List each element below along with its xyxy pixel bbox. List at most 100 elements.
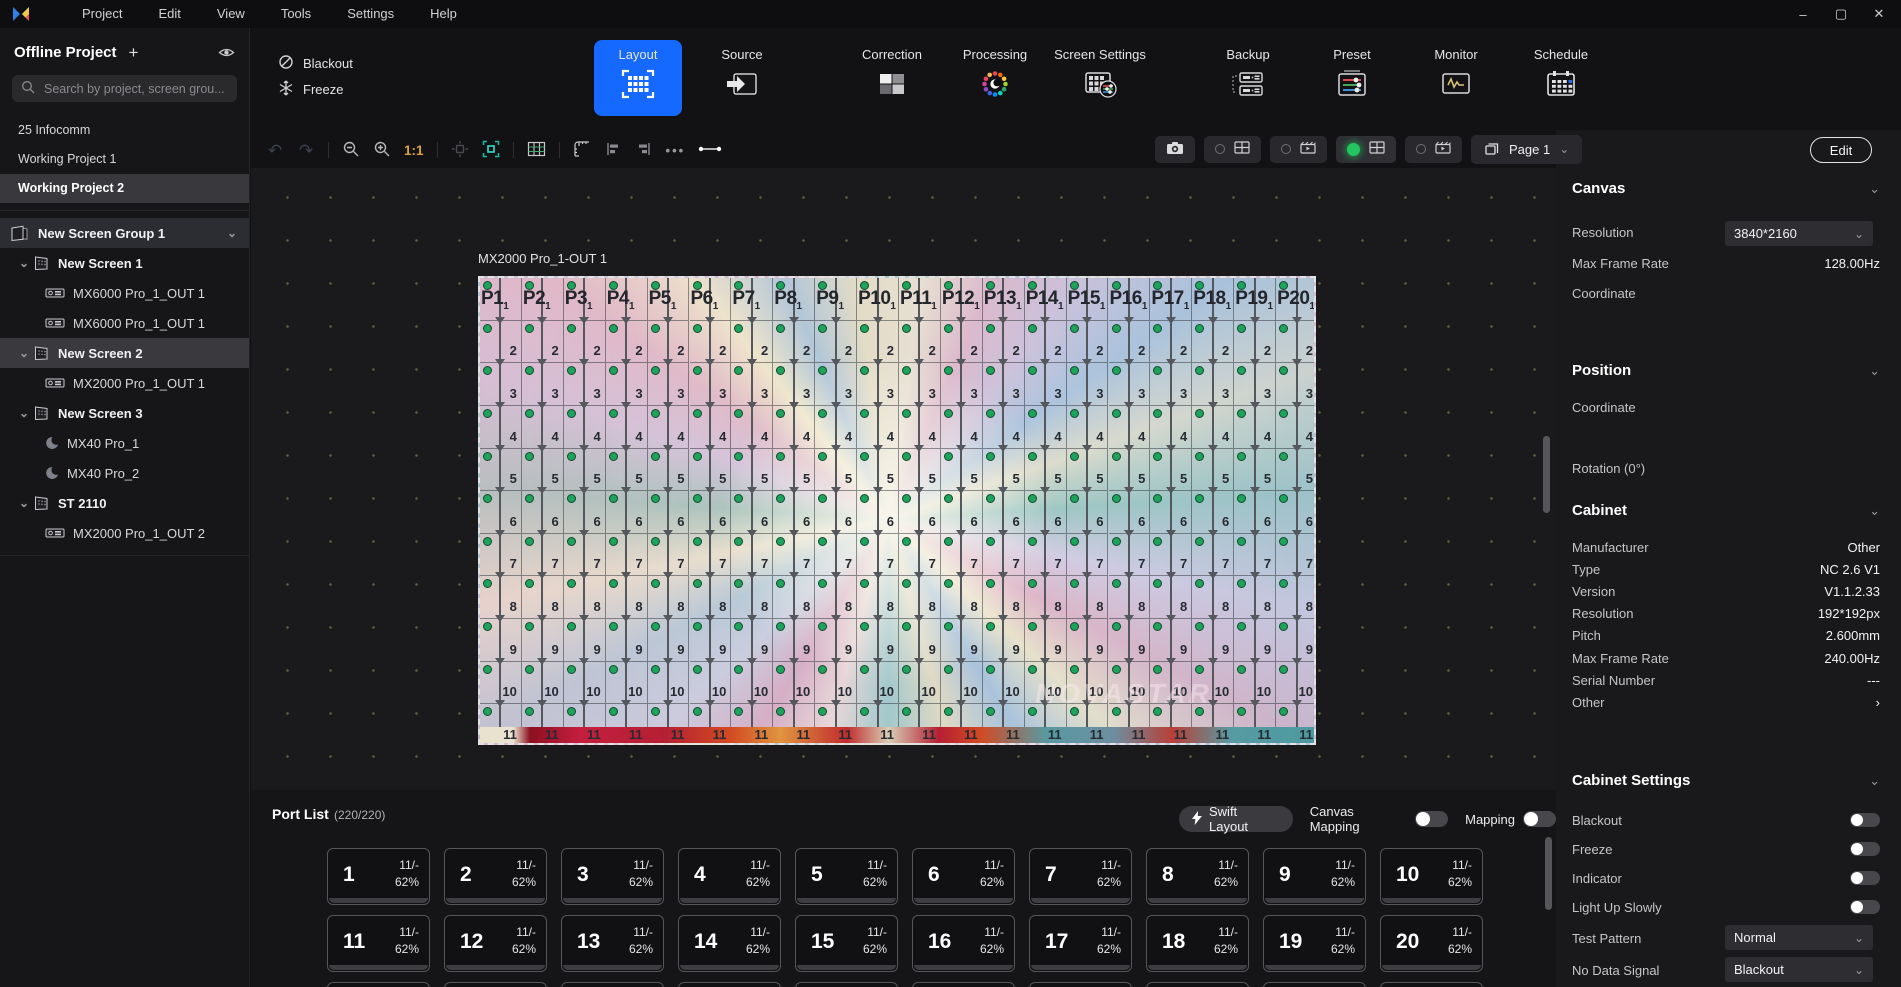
panel-scrollbar[interactable] [1543, 436, 1550, 513]
canvas-section-header[interactable]: Canvas⌄ [1572, 180, 1880, 197]
port-button-cutoff[interactable] [1263, 982, 1366, 987]
chevron-down-icon[interactable]: ⌄ [16, 348, 32, 358]
tab-layout[interactable]: Layout [594, 40, 682, 116]
port-button-4[interactable]: 411/-62% [678, 848, 781, 905]
other-chevron-icon[interactable]: › [1876, 695, 1880, 710]
tree-item-screen[interactable]: ⌄New Screen 3 [0, 398, 249, 428]
tree-item-device[interactable]: MX6000 Pro_1_OUT 1 [0, 308, 249, 338]
screen-layout[interactable]: P11P21P31P41P51P61P71P81P91P101P111P121P… [478, 276, 1316, 745]
freeze-toggle[interactable] [1850, 842, 1880, 856]
scale-1-1-label[interactable]: 1:1 [404, 143, 424, 158]
close-button[interactable]: ✕ [1867, 6, 1891, 22]
tree-item-offline-device[interactable]: MX40 Pro_2 [0, 458, 249, 488]
no-data-signal-dropdown[interactable]: Blackout⌄ [1725, 957, 1873, 982]
mapping-toggle[interactable] [1523, 811, 1556, 827]
menu-item-project[interactable]: Project [64, 0, 140, 28]
spacing-line-icon[interactable] [698, 140, 722, 161]
port-button-3[interactable]: 311/-62% [561, 848, 664, 905]
port-button-cutoff[interactable] [327, 982, 430, 987]
quick-action-freeze[interactable]: Freeze [278, 76, 353, 102]
tree-item-group[interactable]: New Screen Group 1⌄ [0, 218, 249, 248]
cabinet-section-header[interactable]: Cabinet⌄ [1572, 502, 1880, 519]
canvas-mapping-toggle[interactable] [1415, 811, 1448, 827]
zoom-in-icon[interactable] [373, 140, 391, 161]
port-button-cutoff[interactable] [561, 982, 664, 987]
blackout-toggle[interactable] [1850, 813, 1880, 827]
tree-item-screen[interactable]: ⌄New Screen 2 [0, 338, 249, 368]
port-button-1[interactable]: 111/-62% [327, 848, 430, 905]
port-button-12[interactable]: 1211/-62% [444, 915, 547, 972]
chevron-down-icon[interactable]: ⌄ [16, 498, 32, 508]
menu-item-settings[interactable]: Settings [329, 0, 412, 28]
port-button-14[interactable]: 1411/-62% [678, 915, 781, 972]
tab-source[interactable]: Source [686, 40, 798, 116]
quick-action-blackout[interactable]: Blackout [278, 50, 353, 76]
redo-icon[interactable]: ↷ [299, 142, 313, 159]
maximize-button[interactable]: ▢ [1829, 6, 1853, 22]
port-button-11[interactable]: 1111/-62% [327, 915, 430, 972]
test-pattern-dropdown[interactable]: Normal⌄ [1725, 925, 1873, 950]
port-button-cutoff[interactable] [912, 982, 1015, 987]
port-button-9[interactable]: 911/-62% [1263, 848, 1366, 905]
chevron-down-icon[interactable]: ⌄ [16, 408, 32, 418]
add-project-button[interactable]: + [129, 46, 139, 60]
tab-schedule[interactable]: Schedule [1505, 40, 1617, 116]
tree-item-device[interactable]: MX6000 Pro_1_OUT 1 [0, 278, 249, 308]
align-left-icon[interactable] [604, 140, 622, 161]
search-field[interactable] [42, 81, 228, 97]
fit-selection-icon[interactable] [482, 140, 500, 161]
view-toggle-film-view[interactable] [1405, 136, 1462, 163]
cabinet-settings-section-header[interactable]: Cabinet Settings⌄ [1572, 772, 1880, 789]
port-button-cutoff[interactable] [1146, 982, 1249, 987]
tab-preset[interactable]: Preset [1296, 40, 1408, 116]
project-item[interactable]: Working Project 2 [0, 174, 249, 203]
menu-item-tools[interactable]: Tools [263, 0, 329, 28]
chevron-down-icon[interactable]: ⌄ [16, 258, 32, 268]
position-section-header[interactable]: Position⌄ [1572, 362, 1880, 379]
canvas-area[interactable]: MX2000 Pro_1-OUT 1 P11P21P31P41P51P61P71… [251, 168, 1556, 790]
search-input[interactable] [12, 75, 237, 102]
ruler-icon[interactable] [573, 140, 591, 161]
menu-item-edit[interactable]: Edit [140, 0, 198, 28]
port-button-2[interactable]: 211/-62% [444, 848, 547, 905]
tab-monitor[interactable]: Monitor [1400, 40, 1512, 116]
cabinet-info-row[interactable]: Other› [1572, 691, 1880, 713]
eye-icon[interactable] [218, 46, 235, 59]
project-item[interactable]: 25 Infocomm [0, 116, 249, 145]
menu-item-help[interactable]: Help [412, 0, 475, 28]
undo-icon[interactable]: ↶ [268, 142, 282, 159]
tree-item-device[interactable]: MX2000 Pro_1_OUT 2 [0, 518, 249, 548]
port-button-5[interactable]: 511/-62% [795, 848, 898, 905]
tab-screen-settings[interactable]: Screen Settings [1044, 40, 1156, 116]
port-button-17[interactable]: 1711/-62% [1029, 915, 1132, 972]
swift-layout-button[interactable]: Swift Layout [1179, 806, 1293, 832]
port-button-6[interactable]: 611/-62% [912, 848, 1015, 905]
port-button-cutoff[interactable] [1029, 982, 1132, 987]
project-item[interactable]: Working Project 1 [0, 145, 249, 174]
port-button-16[interactable]: 1611/-62% [912, 915, 1015, 972]
port-button-7[interactable]: 711/-62% [1029, 848, 1132, 905]
more-icon[interactable]: ••• [666, 143, 686, 158]
resolution-dropdown[interactable]: 3840*2160⌄ [1725, 221, 1873, 246]
chevron-down-icon[interactable]: ⌄ [227, 228, 237, 238]
tree-item-screen[interactable]: ⌄New Screen 1 [0, 248, 249, 278]
menu-item-view[interactable]: View [199, 0, 263, 28]
tree-item-screen[interactable]: ⌄ST 2110 [0, 488, 249, 518]
view-toggle-film-view[interactable] [1270, 136, 1327, 163]
align-right-icon[interactable] [635, 140, 653, 161]
view-toggle-grid-view-active[interactable] [1336, 136, 1396, 163]
tab-backup[interactable]: Backup [1192, 40, 1304, 116]
snapshot-button[interactable] [1155, 136, 1195, 163]
tree-item-offline-device[interactable]: MX40 Pro_1 [0, 428, 249, 458]
port-button-13[interactable]: 1311/-62% [561, 915, 664, 972]
edit-button[interactable]: Edit [1810, 137, 1872, 163]
tab-processing[interactable]: Processing [939, 40, 1051, 116]
port-button-cutoff[interactable] [444, 982, 547, 987]
port-button-cutoff[interactable] [1380, 982, 1483, 987]
port-button-cutoff[interactable] [795, 982, 898, 987]
tree-item-device[interactable]: MX2000 Pro_1_OUT 1 [0, 368, 249, 398]
port-button-20[interactable]: 2011/-62% [1380, 915, 1483, 972]
port-button-15[interactable]: 1511/-62% [795, 915, 898, 972]
light-up-slowly-toggle[interactable] [1850, 900, 1880, 914]
grid-icon[interactable] [527, 140, 546, 161]
